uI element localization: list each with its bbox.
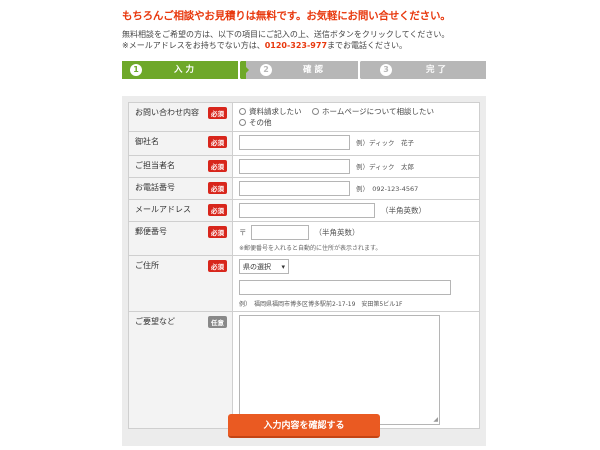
- radio-brochure[interactable]: 資料請求したい: [239, 106, 302, 117]
- email-field-cell: （半角英数）: [232, 199, 480, 222]
- prefecture-select-value: 県の選択: [243, 262, 271, 271]
- page-headline: もちろんご相談やお見積りは無料です。お気軽にお問い合せください。: [122, 10, 451, 22]
- phone-example: 例） 092-123-4567: [356, 185, 419, 193]
- phone-field-cell: 例） 092-123-4567: [232, 177, 480, 200]
- step-label: 入 力: [174, 65, 194, 75]
- request-label: ご要望など: [135, 317, 175, 326]
- radio-other[interactable]: その他: [239, 117, 272, 128]
- postal-mark: 〒: [239, 228, 247, 237]
- progress-steps: 3 完 了 2 確 認 1 入 力: [122, 61, 486, 79]
- company-input[interactable]: [239, 135, 350, 150]
- intro-text: 無料相談をご希望の方は、以下の項目にご記入の上、送信ボタンをクリックしてください…: [122, 30, 450, 39]
- step-input: 1 入 力: [122, 61, 246, 79]
- company-field-cell: 例）ディック 花子: [232, 131, 480, 156]
- step-number: 3: [380, 64, 392, 76]
- intro-prefix: ※メールアドレスをお持ちでない方は、: [122, 41, 265, 50]
- intro-suffix: までお電話ください。: [327, 41, 408, 50]
- step-arrow: [240, 61, 249, 79]
- address-input[interactable]: [239, 280, 451, 295]
- contact-form: お問い合わせ内容 必須 資料請求したい ホームページについて相談したい その他 …: [122, 96, 486, 446]
- radio-label: 資料請求したい: [249, 107, 302, 116]
- contact-person-label-cell: ご担当者名 必須: [128, 155, 233, 178]
- request-textarea[interactable]: ◢: [239, 315, 440, 425]
- postal-note: ※郵便番号を入れると自動的に住所が表示されます。: [239, 245, 382, 252]
- company-example: 例）ディック 花子: [356, 139, 415, 147]
- step-complete: 3 完 了: [360, 61, 486, 79]
- confirm-submit-button[interactable]: 入力内容を確認する: [228, 414, 380, 438]
- step-number: 1: [130, 64, 142, 76]
- form-table: お問い合わせ内容 必須 資料請求したい ホームページについて相談したい その他 …: [128, 102, 480, 429]
- postal-field-cell: 〒 （半角英数） ※郵便番号を入れると自動的に住所が表示されます。: [232, 221, 480, 256]
- radio-circle-icon: [239, 108, 246, 115]
- required-badge: 必須: [208, 204, 227, 216]
- email-label-cell: メールアドレス 必須: [128, 199, 233, 222]
- radio-circle-icon: [312, 108, 320, 115]
- required-badge: 必須: [208, 260, 227, 272]
- email-input[interactable]: [239, 203, 375, 218]
- prefecture-select[interactable]: 県の選択 ▾: [239, 259, 289, 274]
- postal-label-cell: 郵便番号 必須: [128, 221, 233, 256]
- radio-label: ホームページについて相談したい: [322, 107, 434, 116]
- email-label: メールアドレス: [135, 205, 191, 214]
- postal-input[interactable]: [250, 225, 309, 240]
- phone-label-cell: お電話番号 必須: [128, 177, 233, 200]
- phone-input[interactable]: [239, 181, 350, 196]
- step-number: 2: [260, 64, 272, 76]
- inquiry-label: お問い合わせ内容: [135, 108, 199, 117]
- step-label: 確 認: [303, 65, 323, 75]
- radio-circle-icon: [239, 119, 246, 126]
- contact-person-input[interactable]: [239, 159, 350, 174]
- postal-label: 郵便番号: [135, 227, 167, 236]
- request-field-cell: ◢: [232, 311, 480, 429]
- resize-grip-icon[interactable]: ◢: [433, 417, 438, 423]
- contact-person-field-cell: 例）ディック 太郎: [232, 155, 480, 178]
- postal-suffix: （半角英数）: [314, 228, 360, 237]
- step-confirm: 2 確 認: [240, 61, 366, 79]
- required-badge: 必須: [208, 160, 227, 172]
- company-label-cell: 御社名 必須: [128, 131, 233, 156]
- required-badge: 必須: [208, 107, 227, 119]
- inquiry-options: 資料請求したい ホームページについて相談したい その他: [232, 102, 480, 132]
- radio-homepage[interactable]: ホームページについて相談したい: [312, 106, 434, 117]
- inquiry-label-cell: お問い合わせ内容 必須: [128, 102, 233, 132]
- required-badge: 必須: [208, 182, 227, 194]
- required-badge: 必須: [208, 136, 227, 148]
- company-label: 御社名: [135, 137, 159, 146]
- step-label: 完 了: [426, 65, 446, 75]
- address-label: ご住所: [135, 261, 159, 270]
- address-example: 例） 福岡県福岡市博多区博多駅前2-17-19 安田第5ビル1F: [239, 301, 403, 308]
- step-arrow: [360, 61, 369, 79]
- required-badge: 必須: [208, 226, 227, 238]
- intro-phone-text: ※メールアドレスをお持ちでない方は、0120-323-977までお電話ください。: [122, 40, 407, 51]
- email-suffix: （半角英数）: [381, 206, 426, 215]
- radio-label: その他: [249, 118, 272, 127]
- optional-badge: 任意: [208, 316, 227, 328]
- address-field-cell: 県の選択 ▾ 例） 福岡県福岡市博多区博多駅前2-17-19 安田第5ビル1F: [232, 255, 480, 312]
- chevron-down-icon: ▾: [281, 262, 285, 271]
- contact-person-label: ご担当者名: [135, 161, 175, 170]
- phone-label: お電話番号: [135, 183, 175, 192]
- address-label-cell: ご住所 必須: [128, 255, 233, 312]
- request-label-cell: ご要望など 任意: [128, 311, 233, 429]
- contact-person-example: 例）ディック 太郎: [356, 163, 415, 171]
- phone-number[interactable]: 0120-323-977: [265, 41, 327, 50]
